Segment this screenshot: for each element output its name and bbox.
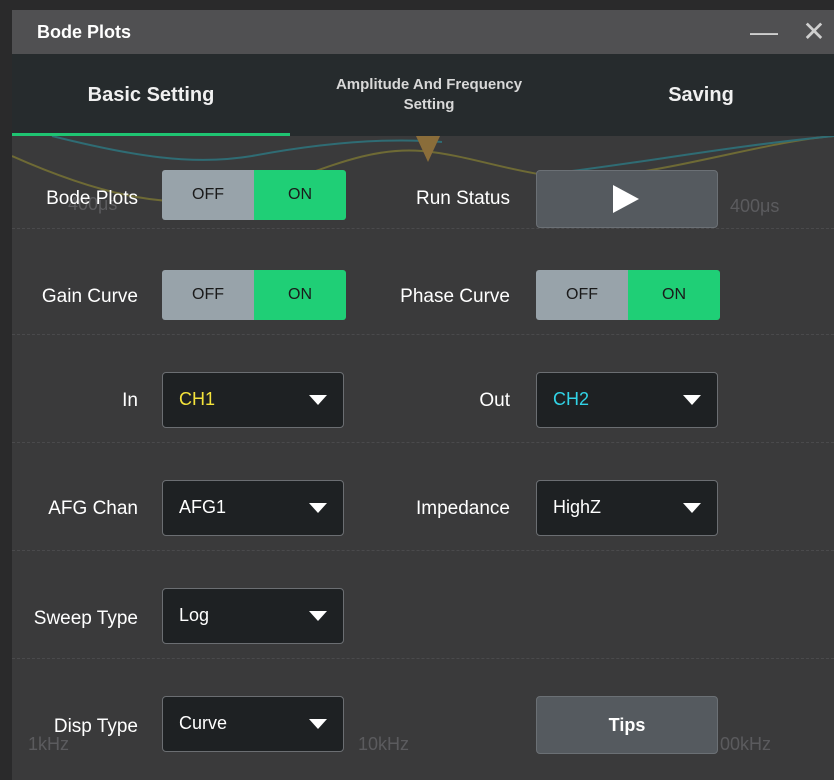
gain-curve-on-option[interactable]: ON	[254, 270, 346, 320]
grid-line	[12, 550, 834, 551]
sweep-type-label: Sweep Type	[33, 608, 138, 629]
title-bar: Bode Plots — ✕	[12, 10, 834, 54]
disp-type-select[interactable]: Curve	[162, 696, 344, 752]
tab-bar: Basic Setting Amplitude And Frequency Se…	[12, 54, 834, 136]
out-channel-value: CH2	[553, 389, 590, 409]
gain-curve-toggle[interactable]: OFF ON	[162, 270, 346, 320]
phase-curve-toggle[interactable]: OFF ON	[536, 270, 720, 320]
afg-chan-value: AFG1	[179, 497, 227, 517]
grid-line	[12, 442, 834, 443]
impedance-label: Impedance	[415, 498, 510, 519]
tab-amplitude-frequency-setting[interactable]: Amplitude And Frequency Setting	[290, 54, 568, 136]
out-channel-select[interactable]: CH2	[536, 372, 718, 428]
in-label: In	[122, 390, 138, 411]
bode-plots-window: Bode Plots — ✕ Basic Setting Amplitude A…	[12, 10, 834, 780]
run-status-label: Run Status	[416, 188, 510, 209]
bode-plots-on-option[interactable]: ON	[254, 170, 346, 220]
phase-curve-off-option[interactable]: OFF	[536, 270, 628, 320]
impedance-select[interactable]: HighZ	[536, 480, 718, 536]
window-title: Bode Plots	[37, 22, 132, 42]
tips-button[interactable]: Tips	[536, 696, 718, 754]
close-icon[interactable]: ✕	[798, 16, 830, 48]
sweep-type-value: Log	[179, 605, 210, 625]
disp-type-label: Disp Type	[53, 716, 138, 737]
phase-curve-label: Phase Curve	[400, 286, 510, 307]
gain-curve-off-option[interactable]: OFF	[162, 270, 254, 320]
gain-curve-label: Gain Curve	[41, 286, 138, 307]
sweep-type-select[interactable]: Log	[162, 588, 344, 644]
grid-line	[12, 334, 834, 335]
dropdown-caret-icon	[309, 503, 327, 513]
time-axis-label: 400μs	[730, 196, 780, 216]
afg-chan-select[interactable]: AFG1	[162, 480, 344, 536]
in-channel-value: CH1	[179, 389, 216, 409]
in-channel-select[interactable]: CH1	[162, 372, 344, 428]
tab-basic-setting[interactable]: Basic Setting	[12, 54, 290, 136]
dropdown-caret-icon	[309, 395, 327, 405]
disp-type-value: Curve	[179, 713, 228, 733]
minimize-icon[interactable]: —	[748, 16, 780, 48]
tab-saving[interactable]: Saving	[568, 54, 834, 136]
impedance-value: HighZ	[553, 497, 602, 517]
afg-chan-label: AFG Chan	[48, 498, 138, 519]
grid-line	[12, 658, 834, 659]
grid-line	[12, 228, 834, 229]
bode-plots-toggle[interactable]: OFF ON	[162, 170, 346, 220]
run-status-button[interactable]	[536, 170, 718, 228]
dropdown-caret-icon	[309, 611, 327, 621]
phase-curve-on-option[interactable]: ON	[628, 270, 720, 320]
dropdown-caret-icon	[309, 719, 327, 729]
bode-plot-background: 400μs 400μs 1kHz 10kHz 00kHz	[12, 136, 834, 780]
bode-plots-off-option[interactable]: OFF	[162, 170, 254, 220]
play-icon	[613, 185, 639, 213]
freq-axis-label: 10kHz	[358, 734, 410, 754]
dropdown-caret-icon	[683, 503, 701, 513]
dropdown-caret-icon	[683, 395, 701, 405]
out-label: Out	[479, 390, 510, 411]
bode-plots-label: Bode Plots	[46, 188, 138, 209]
freq-axis-label: 00kHz	[720, 734, 772, 754]
